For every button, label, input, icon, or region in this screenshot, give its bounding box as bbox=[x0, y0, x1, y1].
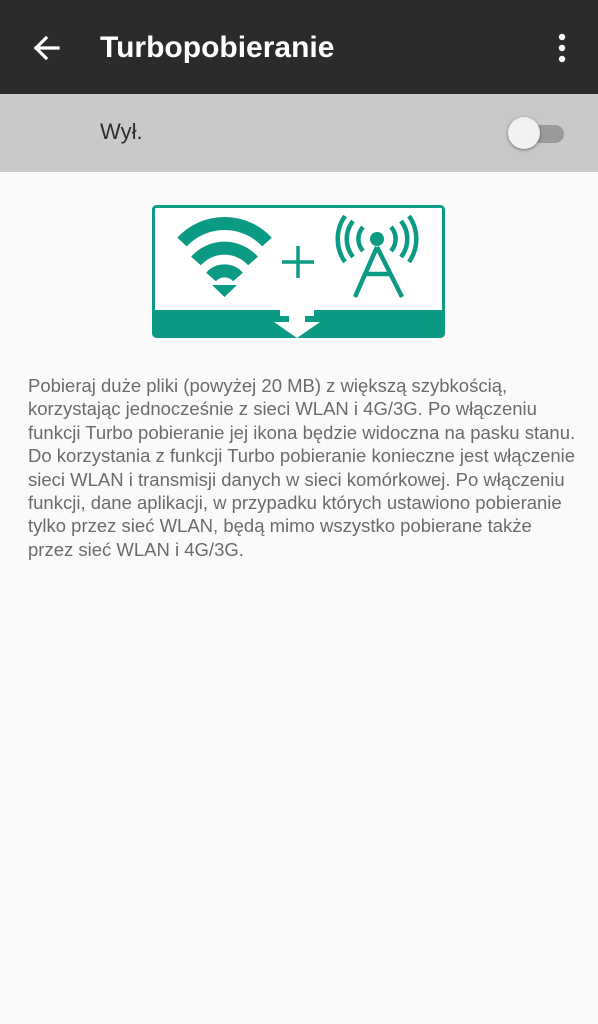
back-button[interactable] bbox=[22, 24, 70, 72]
arrow-back-icon bbox=[33, 35, 60, 61]
toggle-thumb bbox=[508, 117, 540, 149]
feature-description: Pobieraj duże pliki (powyżej 20 MB) z wi… bbox=[28, 375, 576, 560]
switch-state-label: Wył. bbox=[100, 119, 143, 144]
more-vert-icon bbox=[558, 33, 566, 63]
turbo-download-screen: Turbopobieranie Wył. Pobieraj duże pliki… bbox=[0, 0, 598, 1024]
page-title: Turbopobieranie bbox=[100, 31, 335, 64]
app-toolbar: Turbopobieranie bbox=[0, 0, 598, 94]
master-switch-bar[interactable]: Wył. bbox=[0, 94, 598, 172]
more-options-button[interactable] bbox=[540, 24, 584, 72]
turbo-download-toggle[interactable] bbox=[508, 116, 566, 150]
turbo-download-illustration bbox=[152, 205, 445, 338]
